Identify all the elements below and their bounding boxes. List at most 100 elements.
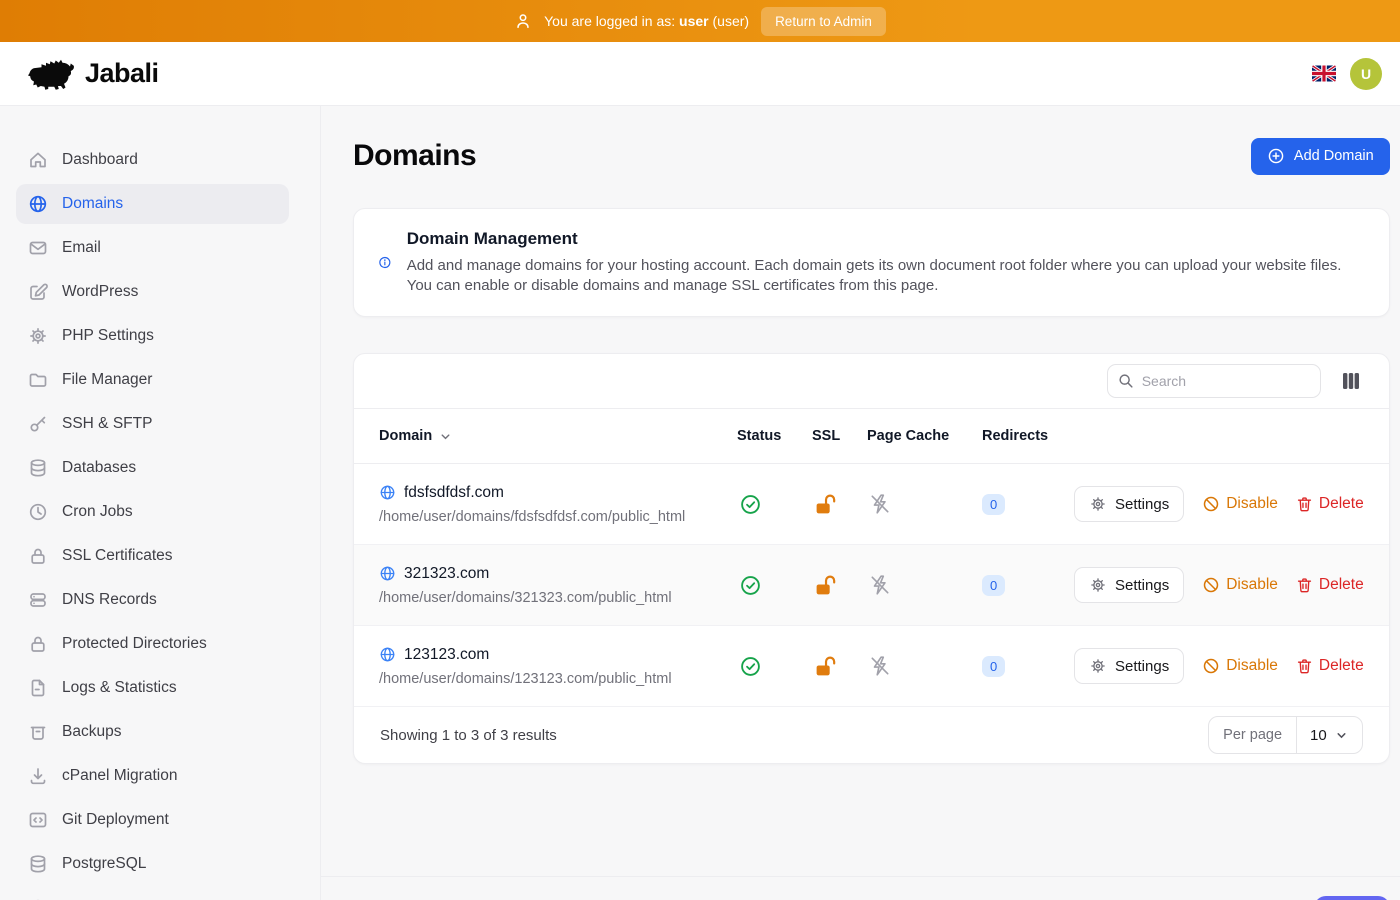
settings-button[interactable]: Settings: [1074, 648, 1184, 684]
domain-management-info-card: Domain Management Add and manage domains…: [353, 208, 1390, 317]
domain-name[interactable]: 123123.com: [379, 646, 737, 664]
database-icon: [28, 854, 48, 874]
settings-button[interactable]: Settings: [1074, 486, 1184, 522]
impersonation-message: You are logged in as: user (user): [544, 13, 749, 29]
globe-icon: [379, 484, 396, 501]
mail-icon: [28, 238, 48, 258]
status-enabled-icon: [739, 493, 762, 516]
info-icon: [378, 252, 392, 273]
sidebar-item-email[interactable]: Email: [16, 228, 289, 268]
file-text-icon: [28, 678, 48, 698]
disable-button[interactable]: Disable: [1202, 576, 1278, 594]
ssl-unlocked-icon: [814, 655, 837, 678]
table-row: 321323.com /home/user/domains/321323.com…: [354, 545, 1389, 626]
sidebar-item-logs-statistics[interactable]: Logs & Statistics: [16, 668, 289, 708]
sidebar-item-cpanel-migration[interactable]: cPanel Migration: [16, 756, 289, 796]
column-header-redirects: Redirects: [982, 428, 1074, 444]
brand-logo[interactable]: Jabali: [28, 57, 159, 91]
column-toggle-button[interactable]: [1339, 369, 1363, 393]
gear-icon: [1089, 657, 1107, 675]
search-input[interactable]: [1107, 364, 1321, 398]
sidebar-item-file-manager[interactable]: File Manager: [16, 360, 289, 400]
user-avatar[interactable]: U: [1350, 58, 1382, 90]
chevron-down-icon: [438, 429, 453, 444]
table-row: fdsfsdfdsf.com /home/user/domains/fdsfsd…: [354, 464, 1389, 545]
download-icon: [28, 766, 48, 786]
trash-icon: [1296, 576, 1313, 594]
code-icon: [28, 810, 48, 830]
gear-icon: [1089, 495, 1107, 513]
gear-icon: [1089, 576, 1107, 594]
table-header-row: Domain Status SSL Page Cache Redirects: [354, 408, 1389, 464]
app-header: Jabali U: [0, 42, 1400, 106]
table-row: 123123.com /home/user/domains/123123.com…: [354, 626, 1389, 707]
sidebar-item-wordpress[interactable]: WordPress: [16, 272, 289, 312]
return-to-admin-button[interactable]: Return to Admin: [761, 7, 886, 36]
ban-icon: [1202, 495, 1220, 513]
column-header-ssl: SSL: [812, 428, 867, 444]
ssl-unlocked-icon: [814, 493, 837, 516]
page-cache-off-icon: [869, 655, 891, 677]
sidebar-item-php-settings[interactable]: PHP Settings: [16, 316, 289, 356]
redirects-count-badge: 0: [982, 575, 1005, 596]
delete-button[interactable]: Delete: [1296, 657, 1364, 675]
bin-icon: [28, 722, 48, 742]
impersonation-bar: You are logged in as: user (user) Return…: [0, 0, 1400, 42]
disable-button[interactable]: Disable: [1202, 495, 1278, 513]
column-header-status: Status: [737, 428, 812, 444]
language-flag-icon[interactable]: [1312, 65, 1336, 82]
delete-button[interactable]: Delete: [1296, 576, 1364, 594]
document-root-path: /home/user/domains/fdsfsdfdsf.com/public…: [379, 509, 737, 525]
info-card-title: Domain Management: [407, 229, 1365, 249]
version-badge: v0.9-rc42: [1314, 896, 1390, 900]
sidebar-item-dashboard[interactable]: Dashboard: [16, 140, 289, 180]
sidebar-item-databases[interactable]: Databases: [16, 448, 289, 488]
domain-name[interactable]: fdsfsdfdsf.com: [379, 484, 737, 502]
sidebar-item-partial[interactable]: [16, 888, 289, 900]
column-header-domain[interactable]: Domain: [379, 428, 737, 444]
redirects-count-badge: 0: [982, 656, 1005, 677]
sidebar-item-cron-jobs[interactable]: Cron Jobs: [16, 492, 289, 532]
page-cache-off-icon: [869, 493, 891, 515]
info-card-description: Add and manage domains for your hosting …: [407, 256, 1365, 296]
sidebar-item-backups[interactable]: Backups: [16, 712, 289, 752]
per-page-select[interactable]: Per page 10: [1208, 716, 1363, 754]
page-title: Domains: [353, 139, 476, 173]
sidebar-item-protected-directories[interactable]: Protected Directories: [16, 624, 289, 664]
globe-icon: [379, 646, 396, 663]
trash-icon: [1296, 495, 1313, 513]
columns-icon: [1341, 371, 1361, 391]
server-icon: [28, 590, 48, 610]
main-content: Domains Add Domain Domain Management Add…: [321, 106, 1400, 900]
database-icon: [28, 458, 48, 478]
lock-icon: [28, 634, 48, 654]
boar-logo-icon: [28, 57, 76, 91]
trash-icon: [1296, 657, 1313, 675]
add-domain-button[interactable]: Add Domain: [1251, 138, 1390, 175]
brand-name: Jabali: [85, 58, 159, 89]
folder-icon: [28, 370, 48, 390]
sidebar-item-postgresql[interactable]: PostgreSQL: [16, 844, 289, 884]
sidebar-item-domains[interactable]: Domains: [16, 184, 289, 224]
search-field: [1107, 364, 1321, 398]
globe-icon: [379, 565, 396, 582]
results-summary: Showing 1 to 3 of 3 results: [380, 727, 557, 744]
sidebar-nav: Dashboard Domains Email WordPress PHP Se…: [0, 106, 321, 900]
column-header-page-cache: Page Cache: [867, 428, 982, 444]
home-icon: [28, 150, 48, 170]
sidebar-item-git-deployment[interactable]: Git Deployment: [16, 800, 289, 840]
domain-name[interactable]: 321323.com: [379, 565, 737, 583]
status-enabled-icon: [739, 655, 762, 678]
ban-icon: [1202, 657, 1220, 675]
page-cache-off-icon: [869, 574, 891, 596]
disable-button[interactable]: Disable: [1202, 657, 1278, 675]
page-footer: Jabali Panel GitHub © 2026 Jabali v0.9-r…: [321, 876, 1400, 900]
sidebar-item-ssh-sftp[interactable]: SSH & SFTP: [16, 404, 289, 444]
settings-button[interactable]: Settings: [1074, 567, 1184, 603]
sidebar-item-ssl-certificates[interactable]: SSL Certificates: [16, 536, 289, 576]
sidebar-item-dns-records[interactable]: DNS Records: [16, 580, 289, 620]
gear-icon: [28, 326, 48, 346]
ssl-unlocked-icon: [814, 574, 837, 597]
plus-circle-icon: [1267, 147, 1285, 165]
delete-button[interactable]: Delete: [1296, 495, 1364, 513]
